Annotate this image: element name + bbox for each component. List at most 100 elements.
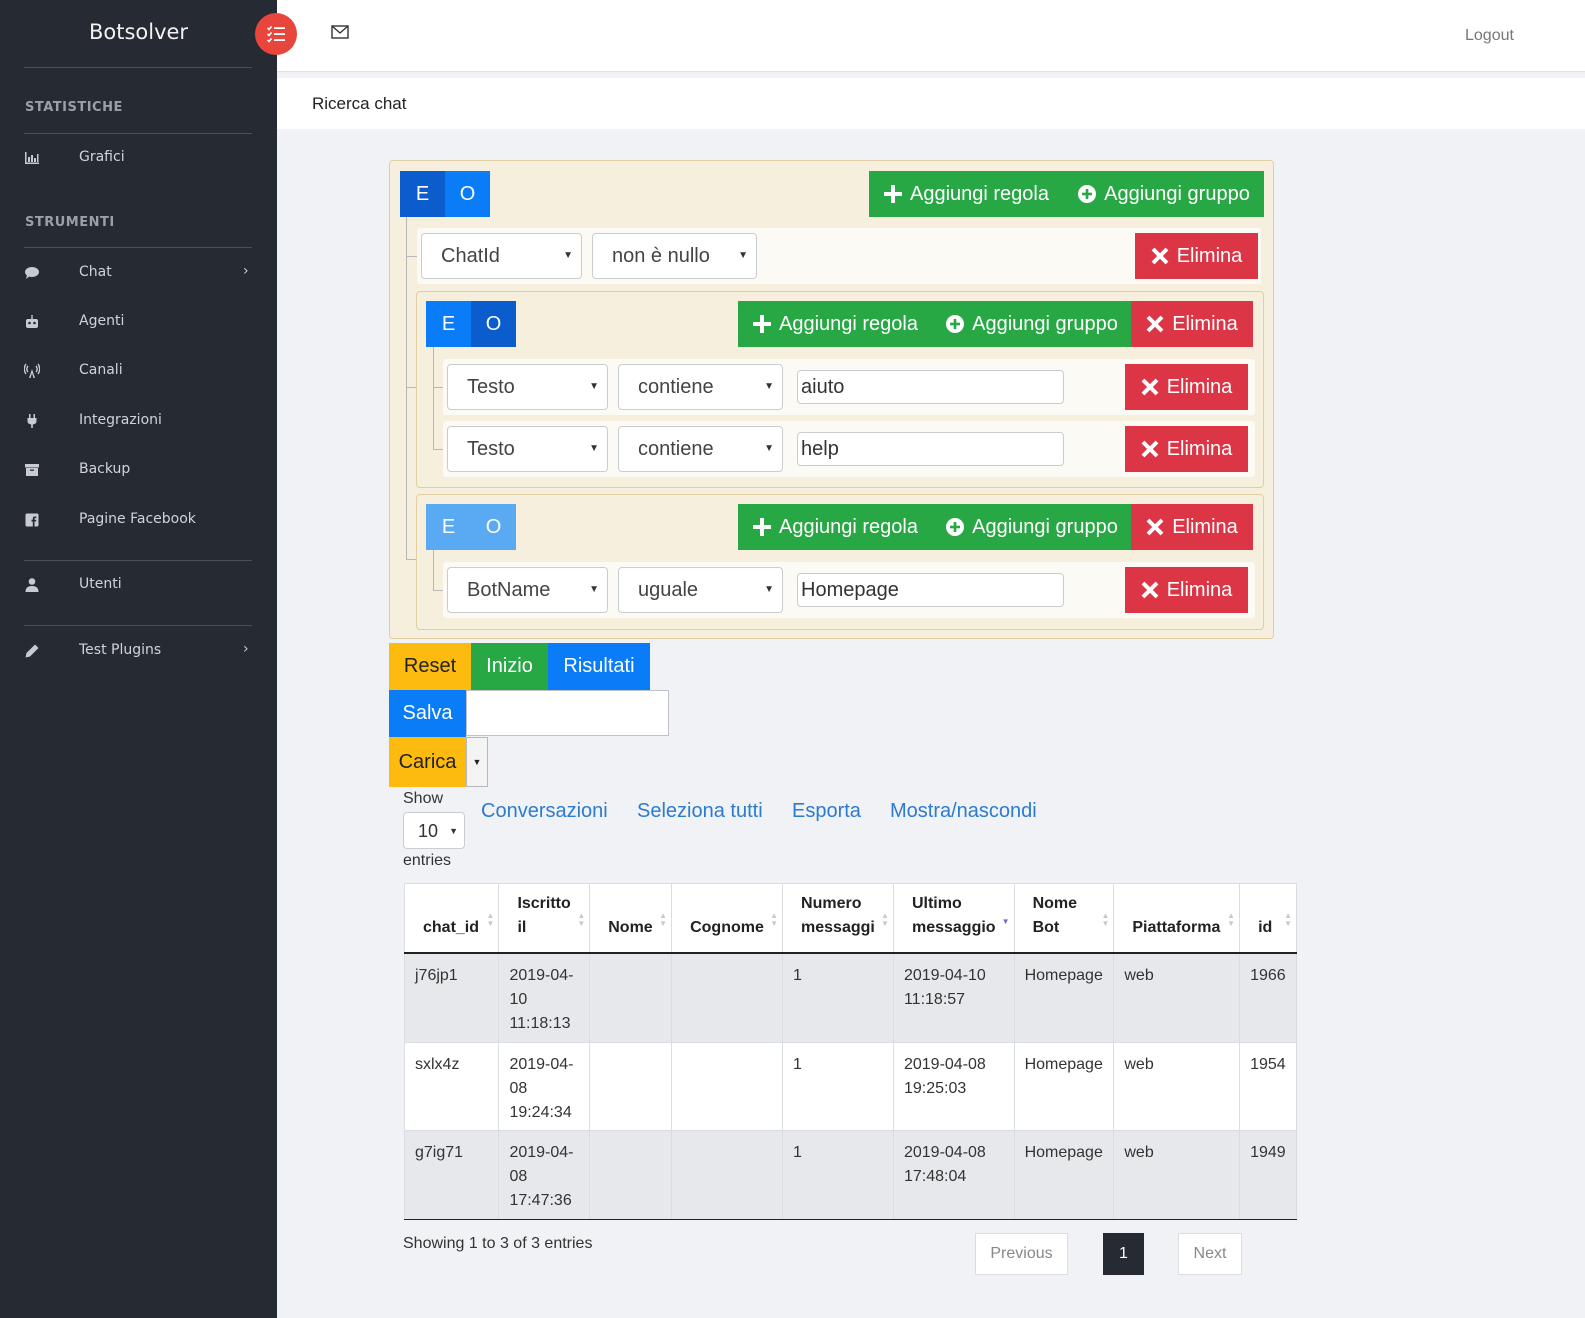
table-row[interactable]: g7ig71 2019-04- 08 17:47:36 1 2019-04-08 17… xyxy=(403,1130,1297,1220)
column-header-ultimo-messaggio[interactable]: Ultimo messaggio ▼ xyxy=(892,883,1015,954)
rule-value-input[interactable]: Homepage xyxy=(797,573,1064,607)
rule-field-select[interactable]: Testo ▼ xyxy=(447,364,608,410)
sidebar-item-label: Pagine Facebook xyxy=(79,511,196,527)
chat-icon xyxy=(25,267,39,279)
root-condition-or-button[interactable]: O xyxy=(445,171,490,217)
cell-nome xyxy=(589,952,672,1043)
column-header-iscritto-il[interactable]: Iscritto il ▲ ▼ xyxy=(498,883,590,954)
page-length-select[interactable]: 10 ▼ xyxy=(403,812,465,849)
pagination-previous[interactable]: Previous xyxy=(975,1233,1068,1275)
mostra-nascondi-button[interactable]: Mostra/nascondi xyxy=(890,800,1037,823)
tree-line xyxy=(433,347,434,449)
sidebar-item-label: Agenti xyxy=(79,313,125,329)
rule-operator-select[interactable]: contiene ▼ xyxy=(618,364,783,410)
column-header-nome[interactable]: Nome ▲ ▼ xyxy=(589,883,672,954)
save-name-input[interactable] xyxy=(466,690,669,736)
brand-logo[interactable]: Botsolver xyxy=(0,20,277,44)
column-header-numero-messaggi[interactable]: Numero messaggi ▲ ▼ xyxy=(782,883,894,954)
root-add-group-button[interactable]: Aggiungi gruppo xyxy=(1064,171,1264,217)
rule-delete-button[interactable]: Elimina xyxy=(1125,567,1248,613)
seleziona-tutti-button[interactable]: Seleziona tutti xyxy=(637,800,763,823)
rule-operator-select[interactable]: uguale ▼ xyxy=(618,567,783,613)
rule-field-select[interactable]: ChatId ▼ xyxy=(421,233,582,279)
rule-value-input[interactable]: help xyxy=(797,432,1064,466)
sidebar-item-grafici[interactable]: Grafici xyxy=(0,138,277,178)
sidebar-item-label: Test Plugins xyxy=(79,642,162,658)
group-delete-button[interactable]: Elimina xyxy=(1131,504,1253,550)
group-add-group-button[interactable]: Aggiungi gruppo xyxy=(933,301,1131,347)
table-row[interactable]: sxlx4z 2019-04- 08 19:24:34 1 2019-04-08 19… xyxy=(403,1042,1297,1131)
inizio-button[interactable]: Inizio xyxy=(471,643,548,690)
rule-value-input[interactable]: aiuto xyxy=(797,370,1064,404)
pagination-page-1[interactable]: 1 xyxy=(1103,1233,1144,1275)
column-header-piattaforma[interactable]: Piattaforma ▲ ▼ xyxy=(1113,883,1240,954)
sidebar-item-chat[interactable]: Chat › xyxy=(0,253,277,293)
group-condition-or-button[interactable]: O xyxy=(471,504,516,550)
cell-id: 1966 xyxy=(1239,952,1297,1043)
root-condition-and-button[interactable]: E xyxy=(400,171,445,217)
group-condition-and-button[interactable]: E xyxy=(426,504,471,550)
carica-button[interactable]: Carica xyxy=(389,737,466,787)
reset-button[interactable]: Reset xyxy=(389,643,471,690)
root-add-rule-button[interactable]: Aggiungi regola xyxy=(869,171,1064,217)
sidebar-item-utenti[interactable]: Utenti xyxy=(0,565,277,605)
rule-field-select[interactable]: Testo ▼ xyxy=(447,426,608,472)
cell-numero-messaggi: 1 xyxy=(782,952,894,1043)
column-header-cognome[interactable]: Cognome ▲ ▼ xyxy=(671,883,783,954)
tree-line xyxy=(433,387,443,388)
esporta-button[interactable]: Esporta xyxy=(792,800,861,823)
sidebar-item-backup[interactable]: Backup xyxy=(0,450,277,490)
cell-cognome xyxy=(671,952,783,1043)
conversazioni-button[interactable]: Conversazioni xyxy=(481,800,608,823)
sidebar-item-canali[interactable]: Canali xyxy=(0,351,277,391)
pagination-next[interactable]: Next xyxy=(1178,1233,1242,1275)
user-icon xyxy=(25,578,39,592)
cell-iscritto: 2019-04- 08 17:47:36 xyxy=(498,1130,590,1220)
sidebar-divider xyxy=(24,67,252,68)
rule-delete-button[interactable]: Elimina xyxy=(1135,233,1258,279)
column-header-chat-id[interactable]: chat_id ▲ ▼ xyxy=(403,883,499,954)
cell-id: 1954 xyxy=(1239,1042,1297,1131)
sidebar-item-test-plugins[interactable]: Test Plugins › xyxy=(0,631,277,671)
caret-down-icon: ▼ xyxy=(589,381,599,392)
page-title: Ricerca chat xyxy=(312,94,407,113)
salva-button[interactable]: Salva xyxy=(389,690,466,737)
group-condition-and-button[interactable]: E xyxy=(426,301,471,347)
robot-icon xyxy=(26,315,38,328)
logout-link[interactable]: Logout xyxy=(1465,27,1514,45)
sidebar-section-statistiche: STATISTICHE xyxy=(25,100,123,115)
cell-iscritto: 2019-04- 08 19:24:34 xyxy=(498,1042,590,1131)
column-header-id[interactable]: id ▲ ▼ xyxy=(1239,883,1297,954)
list-check-icon xyxy=(266,25,285,43)
sidebar-item-pagine-facebook[interactable]: Pagine Facebook xyxy=(0,500,277,540)
top-header xyxy=(277,0,1585,72)
group-add-rule-button[interactable]: Aggiungi regola xyxy=(738,301,933,347)
group-condition-or-button[interactable]: O xyxy=(471,301,516,347)
carica-dropdown-toggle[interactable]: ▼ xyxy=(466,737,488,787)
sidebar-item-agenti[interactable]: Agenti xyxy=(0,302,277,342)
table-info: Showing 1 to 3 of 3 entries xyxy=(403,1235,593,1252)
rule-field-select[interactable]: BotName ▼ xyxy=(447,567,608,613)
column-header-nome-bot[interactable]: Nome Bot ▲ ▼ xyxy=(1013,883,1114,954)
rule-delete-button[interactable]: Elimina xyxy=(1125,364,1248,410)
group-delete-button[interactable]: Elimina xyxy=(1131,301,1253,347)
table-row[interactable]: j76jp1 2019-04- 10 11:18:13 1 2019-04-10 11… xyxy=(403,952,1297,1043)
rule-operator-select[interactable]: contiene ▼ xyxy=(618,426,783,472)
cell-nome-bot: Homepage xyxy=(1013,1130,1114,1220)
group-add-rule-button[interactable]: Aggiungi regola xyxy=(738,504,933,550)
group-add-group-button[interactable]: Aggiungi gruppo xyxy=(933,504,1131,550)
sort-icon: ▲ ▼ xyxy=(881,911,889,928)
sidebar-divider xyxy=(24,133,252,134)
bar-chart-icon xyxy=(25,152,39,164)
sidebar-item-integrazioni[interactable]: Integrazioni xyxy=(0,401,277,441)
caret-down-icon: ▼ xyxy=(764,443,774,454)
cell-chat-id: j76jp1 xyxy=(403,952,499,1043)
rule-operator-select[interactable]: non è nullo ▼ xyxy=(592,233,757,279)
sidebar-toggle-button[interactable] xyxy=(255,13,297,55)
caret-down-icon: ▼ xyxy=(589,443,599,454)
mail-icon[interactable] xyxy=(331,24,349,40)
risultati-button[interactable]: Risultati xyxy=(548,643,650,690)
query-subgroup: E O Aggiungi regola Aggiungi gruppo Elim… xyxy=(416,291,1264,488)
rule-delete-button[interactable]: Elimina xyxy=(1125,426,1248,472)
sort-icon: ▲ ▼ xyxy=(1284,911,1292,928)
